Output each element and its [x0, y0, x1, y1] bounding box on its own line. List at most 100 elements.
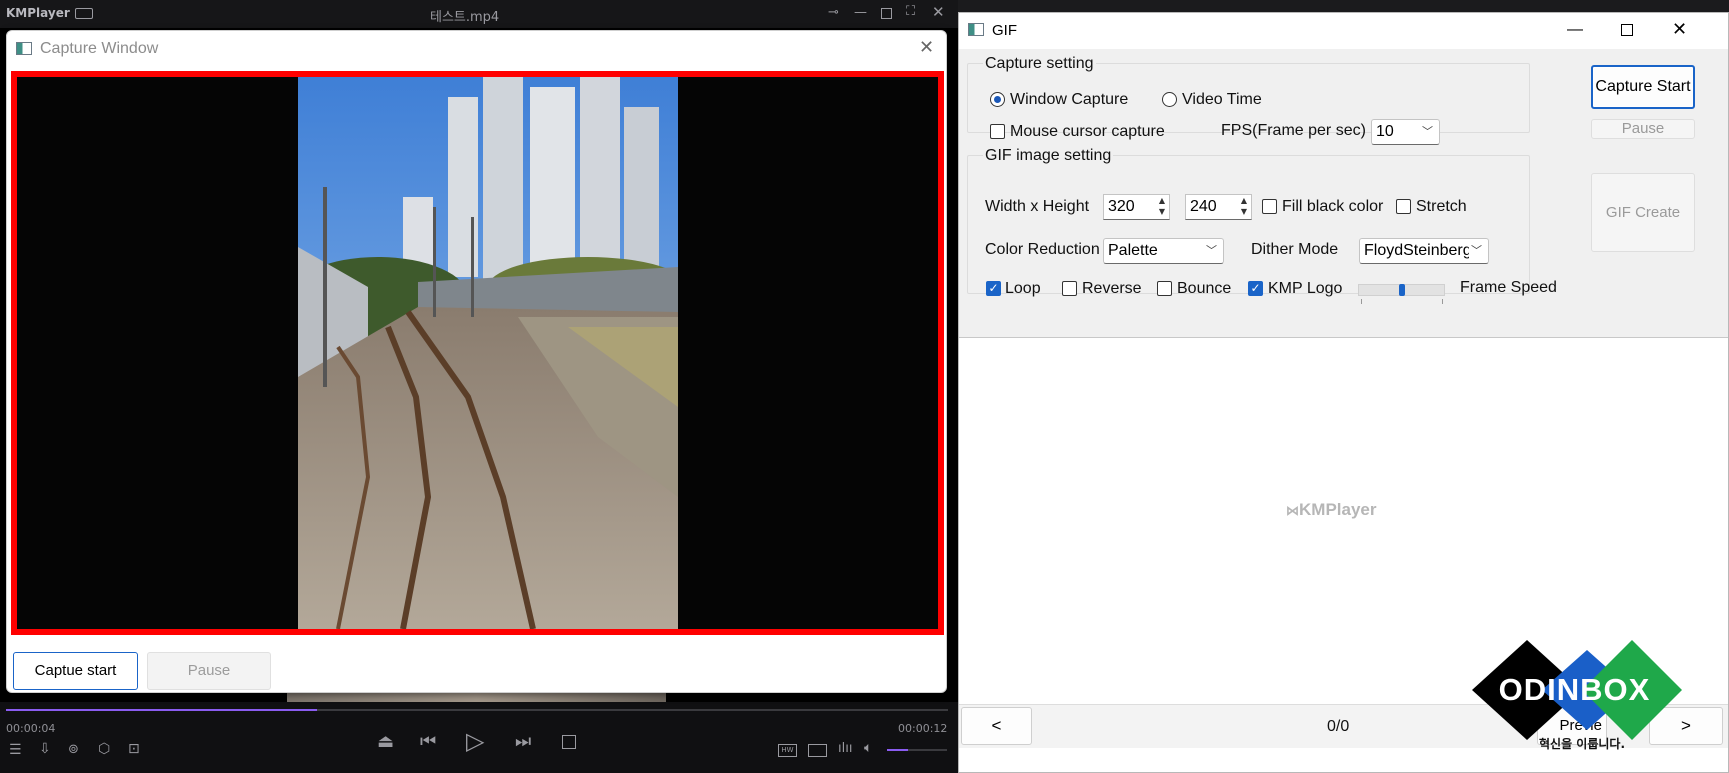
video-frame: [298, 77, 678, 629]
3d-icon[interactable]: ⬡: [98, 742, 110, 756]
window-app-icon: [968, 23, 984, 36]
fps-select[interactable]: 10 ﹀: [1371, 119, 1440, 145]
eject-icon[interactable]: ⏏: [377, 732, 394, 752]
kmp-play-icon: ⋈: [1286, 503, 1299, 518]
capture-window-titlebar: Capture Window ✕: [7, 31, 946, 69]
bounce-checkbox[interactable]: [1157, 281, 1172, 296]
odinbox-tagline: 혁신을 이룹니다.: [1539, 737, 1626, 751]
mini-mode-icon[interactable]: [75, 8, 93, 19]
railway-scene-image: [298, 77, 678, 629]
odinbox-brand: ODINBOX: [1498, 672, 1651, 707]
close-icon[interactable]: ✕: [1672, 19, 1687, 40]
color-reduction-label: Color Reduction: [985, 241, 1100, 258]
stretch-checkbox[interactable]: [1396, 199, 1411, 214]
watermark-text: KMPlayer: [1299, 500, 1377, 519]
gif-window-titlebar: GIF — ✕: [959, 13, 1728, 49]
height-spin-up-icon[interactable]: ▲: [1238, 196, 1250, 206]
capture-region: [11, 71, 944, 635]
width-spin-down-icon[interactable]: ▼: [1156, 207, 1168, 217]
page-counter: 0/0: [1327, 718, 1350, 735]
fps-value: 10: [1376, 123, 1394, 140]
maximize-icon[interactable]: [881, 8, 892, 19]
gif-create-button[interactable]: GIF Create: [1591, 173, 1695, 252]
capture-window: Capture Window ✕ Captue start Pause: [6, 30, 947, 693]
window-capture-radio[interactable]: [990, 92, 1005, 107]
capture-setting-legend: Capture setting: [983, 55, 1096, 73]
playlist-icon[interactable]: ☰: [9, 743, 22, 757]
play-icon[interactable]: ▷: [466, 728, 484, 754]
color-reduction-value: Palette: [1108, 242, 1158, 259]
volume-slider[interactable]: [887, 749, 947, 751]
app-name: KMPlayer: [6, 6, 70, 20]
stretch-label: Stretch: [1416, 198, 1467, 215]
previous-icon[interactable]: ⏮: [420, 732, 436, 752]
pin-icon[interactable]: ⊸: [828, 6, 839, 20]
gif-window-title: GIF: [992, 22, 1017, 39]
equalizer-icon[interactable]: ılıı: [838, 742, 852, 756]
seek-bar[interactable]: [6, 709, 948, 711]
dither-mode-select[interactable]: FloydSteinberg ﹀: [1359, 238, 1489, 264]
close-icon[interactable]: ✕: [919, 37, 934, 58]
reverse-label: Reverse: [1082, 280, 1142, 297]
kmplayer-watermark: ⋈KMPlayer: [1286, 500, 1376, 520]
frame-speed-slider[interactable]: [1358, 284, 1445, 296]
volume-icon[interactable]: 🔈︎: [864, 741, 872, 755]
gif-capture-start-button[interactable]: Capture Start: [1591, 65, 1695, 109]
maximize-icon[interactable]: [1621, 24, 1633, 36]
download-icon[interactable]: ⇩: [39, 742, 51, 756]
loop-checkbox[interactable]: ✓: [986, 281, 1001, 296]
stop-icon[interactable]: [562, 735, 576, 749]
width-value: 320: [1108, 198, 1135, 215]
dither-mode-value: FloydSteinberg: [1364, 242, 1472, 259]
window-app-icon: [16, 42, 32, 55]
frame-speed-thumb[interactable]: [1398, 284, 1405, 296]
mouse-cursor-checkbox[interactable]: [990, 124, 1005, 139]
seek-progress: [6, 709, 317, 711]
reverse-checkbox[interactable]: [1062, 281, 1077, 296]
fps-label: FPS(Frame per sec): [1221, 122, 1366, 139]
kmplayer-titlebar: KMPlayer 테스트.mp4 ⊸ — ⛶ ✕: [0, 0, 958, 28]
fullscreen-icon[interactable]: ⛶: [906, 5, 915, 19]
kmp-logo-checkbox[interactable]: ✓: [1248, 281, 1263, 296]
subtitle-icon[interactable]: [808, 744, 827, 757]
fill-black-label: Fill black color: [1282, 198, 1384, 215]
loop-label: Loop: [1005, 280, 1041, 297]
capture-pause-button[interactable]: Pause: [147, 652, 271, 690]
video-time-radio[interactable]: [1162, 92, 1177, 107]
dither-mode-label: Dither Mode: [1251, 241, 1339, 258]
file-title: 테스트.mp4: [430, 10, 500, 25]
hw-icon[interactable]: HW: [778, 744, 797, 757]
gif-image-setting-legend: GIF image setting: [983, 147, 1114, 165]
odinbox-logo: ODINBOX 혁신을 이룹니다.: [1467, 640, 1687, 760]
capture-icon[interactable]: ⊡: [128, 742, 140, 756]
prev-frame-button[interactable]: <: [961, 707, 1032, 745]
minimize-icon[interactable]: —: [854, 6, 867, 20]
time-total: 00:00:12: [898, 722, 948, 735]
capture-window-title: Capture Window: [40, 40, 159, 57]
slider-tick: [1442, 299, 1443, 304]
slider-tick: [1361, 299, 1362, 304]
bounce-label: Bounce: [1177, 280, 1232, 297]
minimize-icon[interactable]: —: [1567, 21, 1583, 39]
volume-level: [887, 749, 908, 751]
window-capture-label: Window Capture: [1010, 91, 1129, 108]
close-icon[interactable]: ✕: [932, 5, 945, 20]
gif-pause-button[interactable]: Pause: [1591, 119, 1695, 139]
gif-image-setting-group: [967, 155, 1530, 294]
size-label: Width x Height: [985, 198, 1090, 215]
vr-icon[interactable]: ⊚: [68, 743, 79, 757]
fill-black-checkbox[interactable]: [1262, 199, 1277, 214]
frame-speed-label: Frame Speed: [1460, 279, 1557, 296]
time-elapsed: 00:00:04: [6, 722, 56, 735]
height-spin-down-icon[interactable]: ▼: [1238, 207, 1250, 217]
gif-settings-panel: Capture setting Window Capture Video Tim…: [959, 49, 1728, 338]
next-icon[interactable]: ⏭: [515, 732, 531, 752]
mouse-cursor-label: Mouse cursor capture: [1010, 123, 1165, 140]
chevron-down-icon: ﹀: [1422, 126, 1433, 138]
capture-start-button[interactable]: Captue start: [13, 652, 138, 690]
height-value: 240: [1190, 198, 1217, 215]
kmplayer-controls: 00:00:04 00:00:12 ☰ ⇩ ⊚ ⬡ ⊡ ⏏ ⏮ ▷ ⏭ HW ı…: [0, 702, 958, 773]
color-reduction-select[interactable]: Palette ﹀: [1103, 238, 1224, 264]
chevron-down-icon: ﹀: [1469, 239, 1482, 263]
width-spin-up-icon[interactable]: ▲: [1156, 196, 1168, 206]
